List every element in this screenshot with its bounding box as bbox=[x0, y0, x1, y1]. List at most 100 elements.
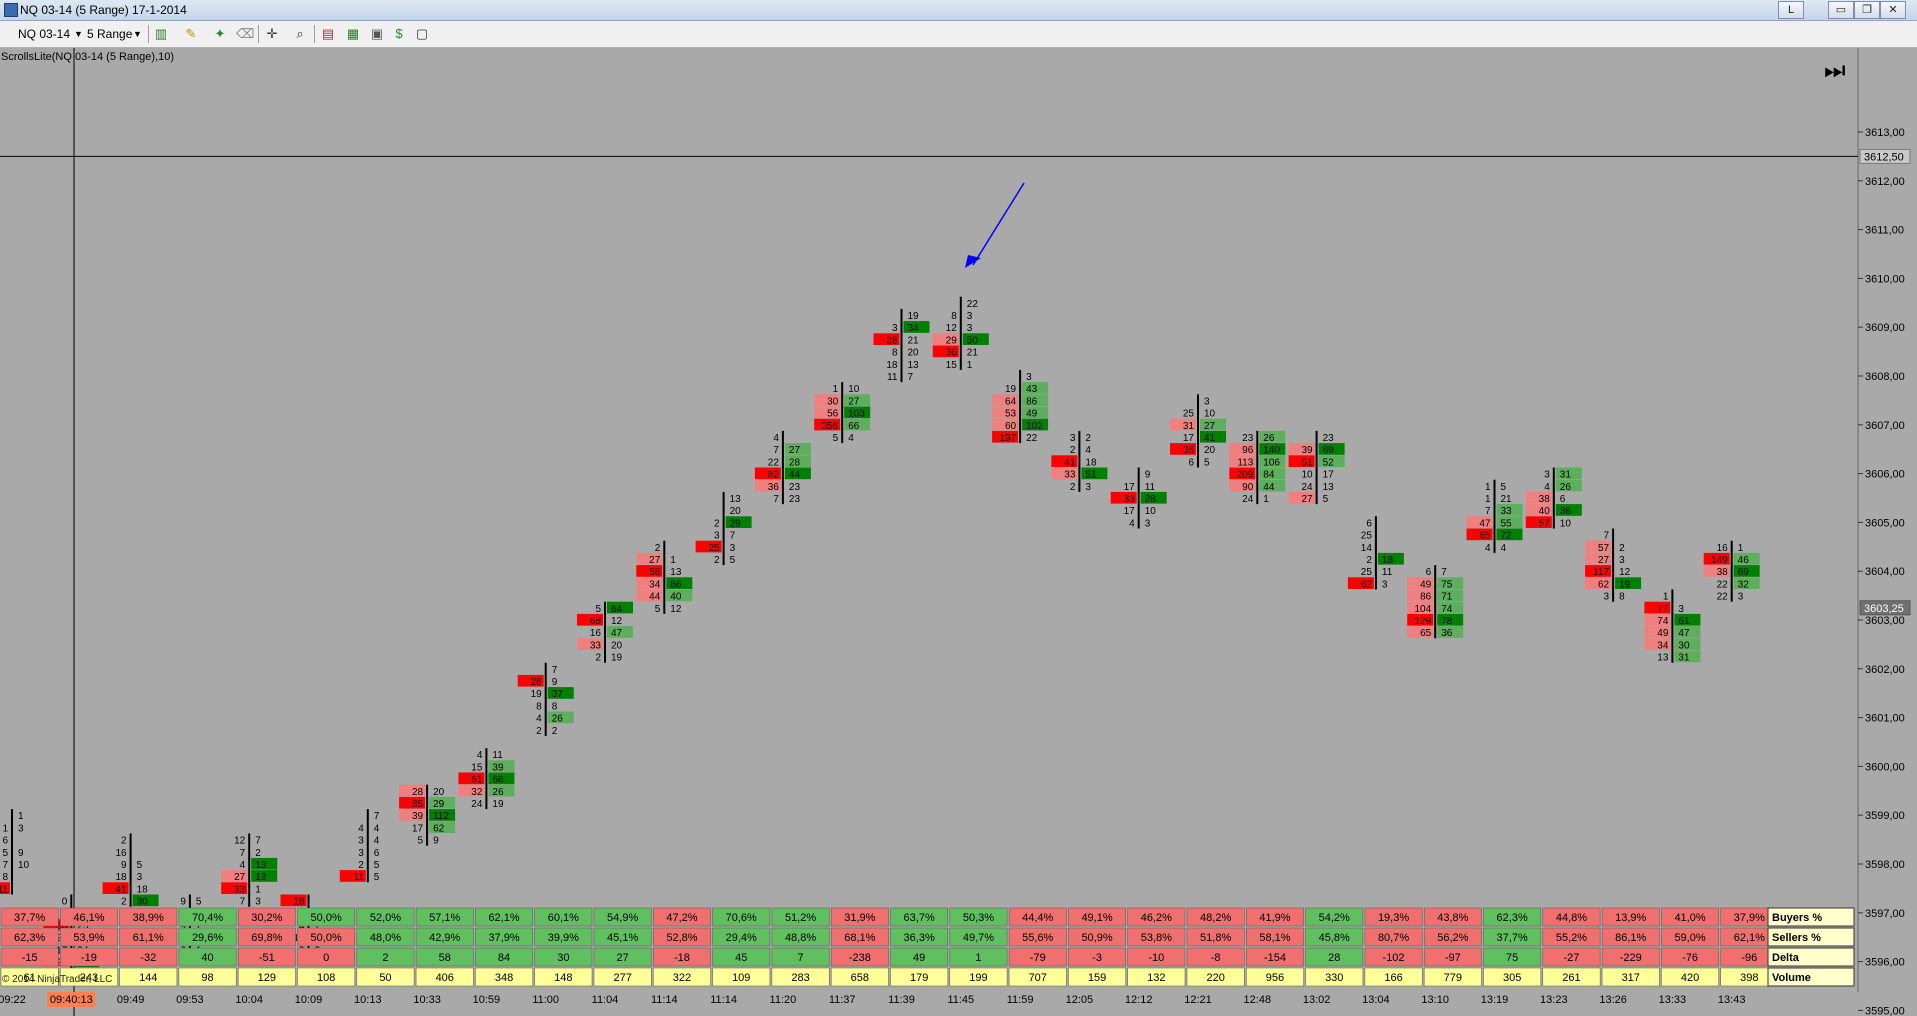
table-cell-value: -27 bbox=[1563, 952, 1579, 964]
table-cell-value: -229 bbox=[1620, 952, 1642, 964]
sell-volume-label: 8 bbox=[536, 701, 542, 712]
table-cell-value: 44,8% bbox=[1556, 912, 1587, 924]
table-cell-value: 39,9% bbox=[548, 932, 579, 944]
table-cell-value: 70,4% bbox=[192, 912, 223, 924]
buy-volume-label: 5 bbox=[137, 860, 143, 871]
buy-volume-label: 4 bbox=[1501, 543, 1507, 554]
time-axis-label: 10:13 bbox=[354, 994, 382, 1006]
sell-volume-label: 2 bbox=[1070, 482, 1076, 493]
draw-pen-icon[interactable]: ✎ bbox=[183, 26, 199, 42]
buy-volume-label: 6 bbox=[374, 848, 380, 859]
bar-type-icon[interactable]: ▥ bbox=[153, 26, 169, 42]
buy-volume-label: 13 bbox=[730, 494, 742, 505]
time-axis-label: 10:09 bbox=[295, 994, 323, 1006]
sell-volume-label: 17 bbox=[412, 823, 424, 834]
sell-volume-label: 57 bbox=[1598, 543, 1610, 554]
footprint-chart[interactable]: 3613,00 3612,00 3611,00 3610,00 3609,00 3608,… bbox=[0, 48, 1917, 1016]
table-cell-value: 37,7% bbox=[1497, 932, 1528, 944]
properties-icon[interactable]: ▢ bbox=[414, 26, 430, 42]
buy-volume-label: 5 bbox=[730, 555, 736, 566]
sell-volume-label: 16 bbox=[115, 848, 127, 859]
buy-volume-label: 39 bbox=[492, 762, 504, 773]
close-button[interactable]: ✕ bbox=[1880, 1, 1906, 19]
buy-volume-label: 41 bbox=[1204, 433, 1216, 444]
buy-volume-label: 29 bbox=[730, 518, 742, 529]
time-axis-label: 10:04 bbox=[235, 994, 263, 1006]
sell-volume-label: 7 bbox=[240, 848, 246, 859]
chart-image-icon[interactable]: ▣ bbox=[369, 26, 385, 42]
table-cell-value: 62,1% bbox=[488, 912, 519, 924]
time-axis-label: 11:39 bbox=[888, 994, 915, 1006]
strategy-icon[interactable]: ▤ bbox=[320, 26, 336, 42]
instrument-selector[interactable]: NQ 03-14 bbox=[18, 25, 70, 43]
buy-volume-label: 1 bbox=[670, 555, 676, 566]
table-cell-value: 51,2% bbox=[785, 912, 816, 924]
sell-volume-label: 9 bbox=[180, 897, 186, 908]
table-cell-value: -102 bbox=[1383, 952, 1405, 964]
interval-dropdown-icon[interactable]: ▼ bbox=[133, 25, 142, 43]
time-axis-label: 12:05 bbox=[1066, 994, 1094, 1006]
sell-volume-label: 129 bbox=[1415, 616, 1432, 627]
sell-volume-label: 3 bbox=[358, 836, 364, 847]
buy-volume-label: 40 bbox=[670, 592, 682, 603]
time-axis-label: 12:12 bbox=[1125, 994, 1153, 1006]
table-cell-value: 59,0% bbox=[1674, 932, 1705, 944]
buy-volume-label: 55 bbox=[1501, 518, 1513, 529]
sell-volume-label: 19 bbox=[531, 689, 543, 700]
table-cell-value: 49,7% bbox=[963, 932, 994, 944]
sell-volume-label: 64 bbox=[1005, 396, 1017, 407]
table-cell-value: 220 bbox=[1206, 972, 1224, 984]
minimize-button[interactable]: ▭ bbox=[1828, 1, 1854, 19]
buy-volume-label: 1 bbox=[1263, 494, 1269, 505]
buy-volume-label: 2 bbox=[255, 848, 261, 859]
buy-volume-label: 13 bbox=[670, 567, 682, 578]
cash-icon[interactable]: $ bbox=[391, 26, 407, 42]
sell-volume-label: 36 bbox=[768, 482, 780, 493]
instrument-dropdown-icon[interactable]: ▼ bbox=[74, 25, 83, 43]
maximize-button[interactable]: ❐ bbox=[1854, 1, 1880, 19]
sell-volume-label: 33 bbox=[1124, 494, 1136, 505]
table-cell-value: 48,0% bbox=[370, 932, 401, 944]
buy-volume-label: 22 bbox=[1026, 433, 1038, 444]
buy-volume-label: 64 bbox=[611, 604, 623, 615]
sell-volume-label: 30 bbox=[827, 396, 839, 407]
data-box-icon[interactable]: ▦ bbox=[345, 26, 361, 42]
table-cell-value: 55,6% bbox=[1022, 932, 1053, 944]
interval-selector[interactable]: 5 Range bbox=[87, 25, 132, 43]
buy-volume-label: 3 bbox=[1678, 604, 1684, 615]
table-cell-value: 48,2% bbox=[1200, 912, 1231, 924]
eraser-icon[interactable]: ⌫ bbox=[236, 26, 254, 42]
buy-volume-label: 7 bbox=[730, 531, 736, 542]
sell-volume-label: 17 bbox=[1124, 482, 1136, 493]
time-axis-label: 11:04 bbox=[592, 994, 619, 1006]
link-button[interactable]: L bbox=[1778, 1, 1804, 19]
toolbar-separator bbox=[148, 25, 149, 43]
table-cell-value: 58,1% bbox=[1259, 932, 1290, 944]
buy-volume-label: 72 bbox=[1501, 531, 1513, 542]
table-cell-value: 330 bbox=[1325, 972, 1343, 984]
buy-volume-label: 29 bbox=[433, 799, 445, 810]
buy-volume-label: 3 bbox=[1026, 372, 1032, 383]
buy-volume-label: 86 bbox=[1026, 396, 1038, 407]
buy-volume-label: 18 bbox=[1382, 555, 1394, 566]
price-tick-label: 3613,00 bbox=[1865, 127, 1905, 139]
zoom-icon[interactable]: ⌕ bbox=[292, 26, 308, 42]
sell-volume-label: 4 bbox=[477, 750, 483, 761]
sell-volume-label: 17 bbox=[1124, 506, 1136, 517]
sell-volume-label: 25 bbox=[708, 543, 720, 554]
table-cell-value: 420 bbox=[1681, 972, 1699, 984]
sell-volume-label: 22 bbox=[1717, 579, 1729, 590]
magic-wand-icon[interactable]: ✦ bbox=[212, 26, 228, 42]
time-axis-label: 13:04 bbox=[1362, 994, 1390, 1006]
buy-volume-label: 9 bbox=[18, 848, 24, 859]
time-axis-label: 11:20 bbox=[770, 994, 797, 1006]
buy-volume-label: 3 bbox=[1738, 592, 1744, 603]
buy-volume-label: 6 bbox=[1560, 494, 1566, 505]
crosshair-icon[interactable]: ✛ bbox=[264, 26, 280, 42]
sell-volume-label: 4 bbox=[240, 860, 246, 871]
time-axis-label: 13:10 bbox=[1421, 994, 1449, 1006]
buy-volume-label: 26 bbox=[1263, 433, 1275, 444]
table-cell-value: 62,3% bbox=[14, 932, 45, 944]
sell-volume-label: 44 bbox=[649, 592, 661, 603]
price-tick-label: 3608,00 bbox=[1865, 371, 1905, 383]
